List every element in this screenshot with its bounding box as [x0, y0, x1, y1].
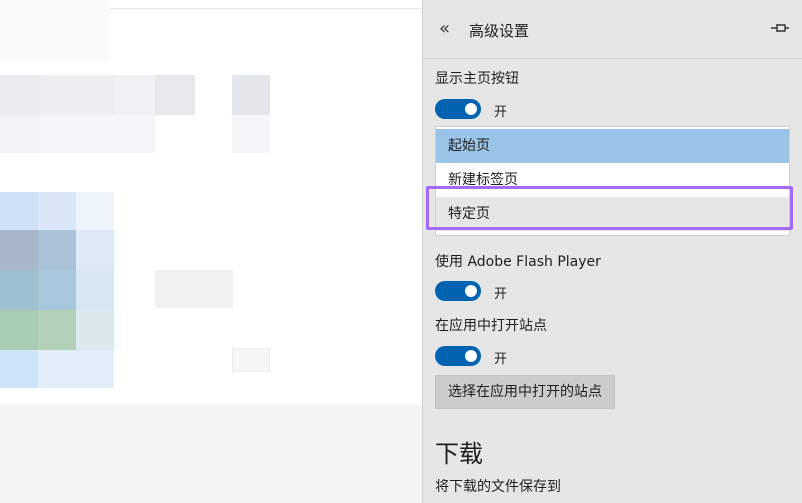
background-page — [0, 0, 422, 503]
blur-tile — [0, 115, 40, 153]
blur-tile — [155, 75, 195, 115]
blur-tile — [0, 192, 38, 230]
downloads-save-to-label: 将下载的文件保存到 — [435, 479, 561, 495]
blur-tile — [38, 230, 76, 270]
blur-tile — [76, 270, 114, 310]
blur-tile — [0, 230, 38, 270]
blur-tile — [40, 75, 115, 115]
open-in-app-toggle-state: 开 — [494, 352, 508, 367]
flash-toggle-state: 开 — [494, 287, 508, 302]
toggle-knob — [465, 103, 477, 115]
downloads-heading: 下载 — [435, 440, 483, 468]
home-button-toggle-state: 开 — [494, 105, 508, 120]
blur-tile — [40, 115, 155, 153]
back-chevron-icon[interactable]: « — [439, 18, 450, 39]
blur-tile — [0, 0, 110, 60]
home-button-label: 显示主页按钮 — [435, 71, 519, 87]
blur-tile — [115, 75, 155, 115]
blur-tile — [0, 350, 38, 388]
panel-header: « 高级设置 — [423, 0, 802, 59]
blur-tile — [38, 310, 76, 350]
blur-tile — [76, 310, 114, 350]
flash-toggle[interactable] — [435, 281, 481, 301]
open-in-app-label: 在应用中打开站点 — [435, 318, 547, 334]
advanced-settings-panel: « 高级设置 显示主页按钮 开 起始页 新建标签页 特定页 使用 Adobe F… — [422, 0, 802, 503]
choose-sites-button[interactable]: 选择在应用中打开的站点 — [435, 375, 615, 409]
blur-tile — [76, 192, 114, 230]
blur-tile — [38, 192, 76, 230]
panel-title: 高级设置 — [469, 22, 530, 40]
blur-tile — [38, 350, 114, 388]
blur-tile — [38, 270, 76, 310]
home-button-toggle[interactable] — [435, 99, 481, 119]
blur-tile — [0, 270, 38, 310]
open-in-app-toggle[interactable] — [435, 346, 481, 366]
background-bottom — [0, 405, 422, 503]
blur-tile — [232, 348, 270, 372]
highlight-box — [426, 186, 793, 230]
blur-tile — [0, 75, 40, 115]
toggle-knob — [465, 350, 477, 362]
toggle-knob — [465, 285, 477, 297]
blur-tile — [76, 230, 114, 270]
blur-tile — [232, 115, 270, 153]
pin-icon[interactable] — [770, 20, 790, 36]
blur-tile — [0, 310, 38, 350]
blur-tile — [155, 270, 233, 308]
blur-tile — [232, 75, 270, 115]
flash-label: 使用 Adobe Flash Player — [435, 254, 601, 270]
option-start-page[interactable]: 起始页 — [436, 129, 789, 163]
